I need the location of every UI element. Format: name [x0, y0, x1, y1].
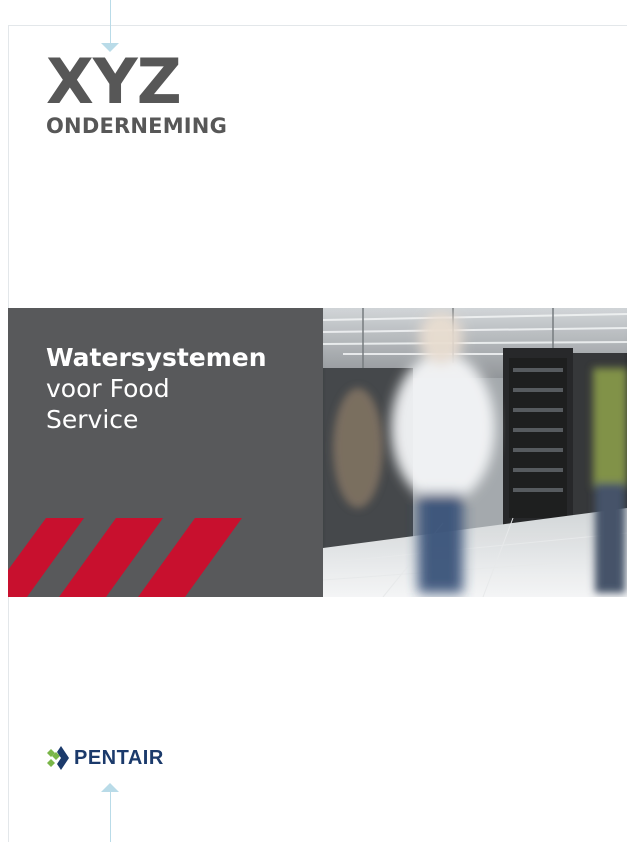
guide-line-bottom [110, 790, 111, 842]
red-stripes-graphic [8, 518, 242, 597]
brand-name: XYZ [46, 45, 182, 118]
cover-title-line2: voor Food [46, 374, 170, 403]
cover-title-line3: Service [46, 405, 139, 434]
guide-line-top [110, 0, 111, 44]
pentair-logo: PENTAIR [47, 745, 164, 771]
arrow-up-icon [101, 783, 119, 792]
pentair-mark-icon [47, 746, 69, 770]
brand-subtitle: ONDERNEMING [46, 114, 228, 138]
cover-title: Watersystemen voor Food Service [46, 342, 267, 435]
cover-band: Watersystemen voor Food Service [8, 308, 627, 597]
cover-title-bold: Watersystemen [46, 343, 267, 372]
title-panel: Watersystemen voor Food Service [8, 308, 323, 597]
logo-text: PENTAIR [74, 746, 164, 769]
server-room-photo [323, 308, 627, 597]
company-brand: XYZ ONDERNEMING [46, 45, 228, 139]
page-frame-top [8, 25, 627, 26]
